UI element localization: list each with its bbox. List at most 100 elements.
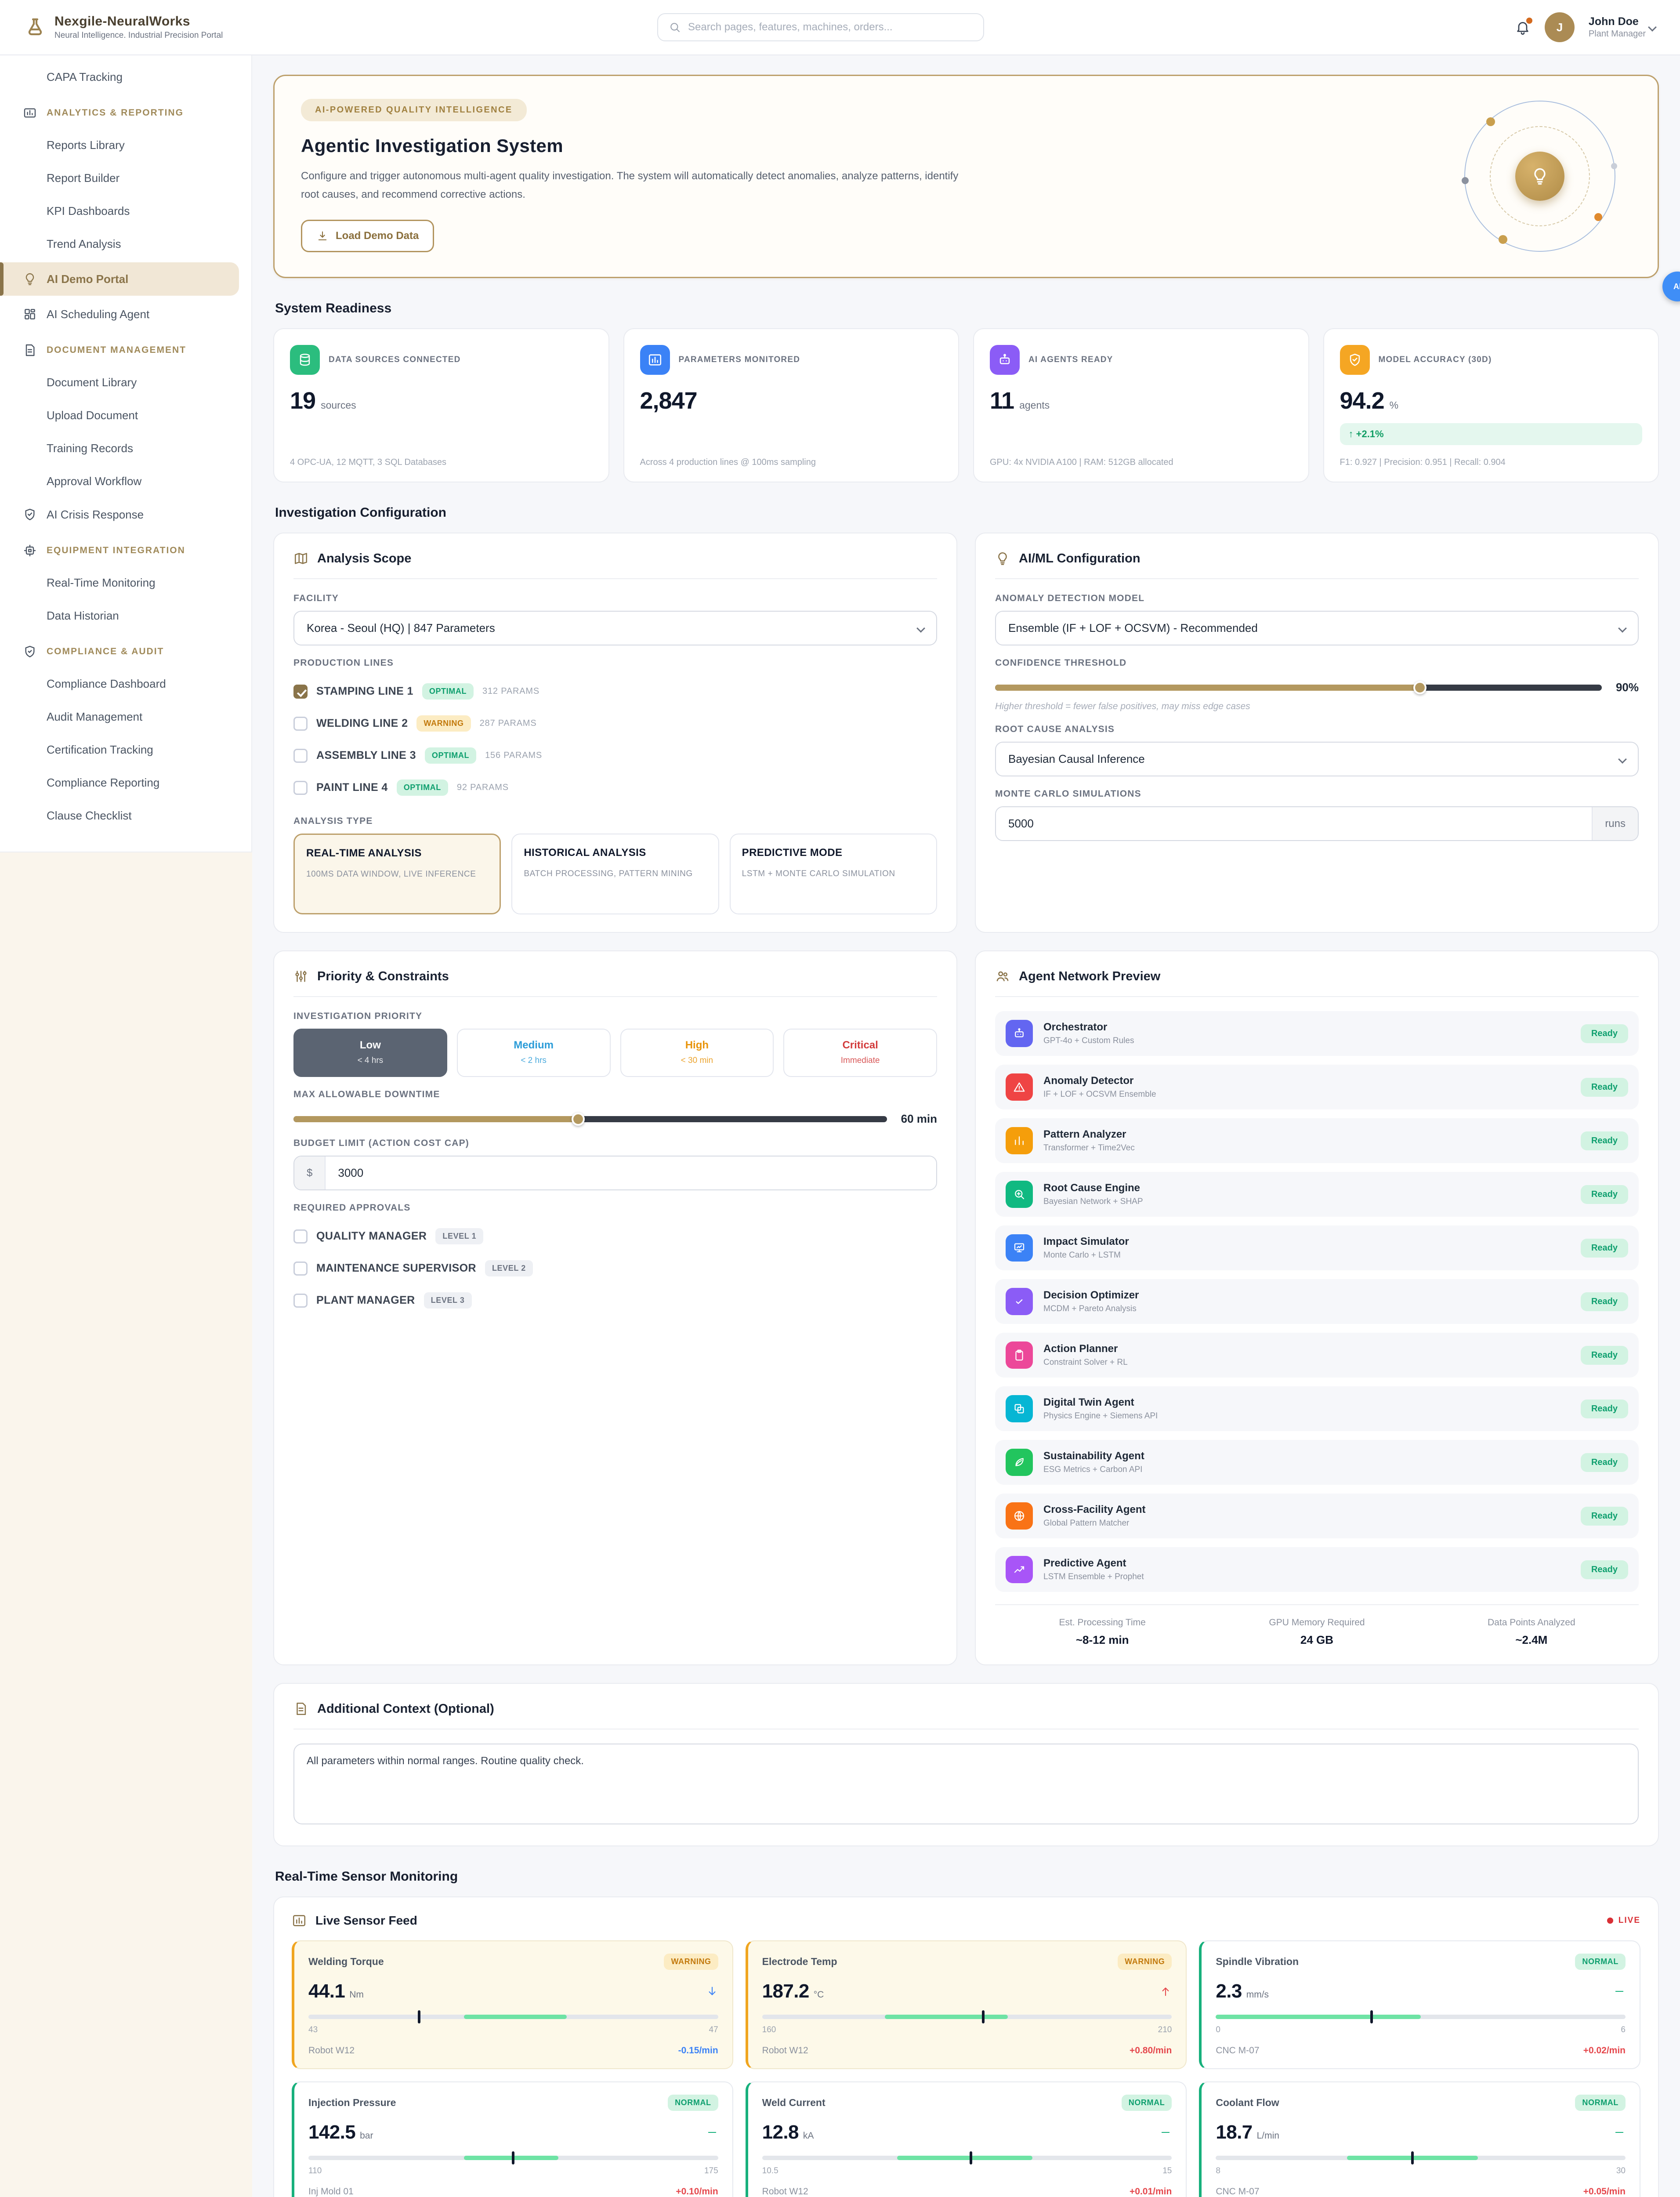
ready-badge: Ready xyxy=(1581,1239,1628,1258)
sensor-card-weld-current: Weld CurrentNORMAL 12.8kA 10.515 Robot W… xyxy=(746,2081,1187,2197)
sidebar-item-kpi-dashboards[interactable]: KPI Dashboards xyxy=(0,195,251,228)
sidebar-item-report-builder[interactable]: Report Builder xyxy=(0,162,251,195)
search-input[interactable] xyxy=(688,21,973,33)
sensor-gauge xyxy=(308,2015,718,2019)
line-checkbox-checked[interactable] xyxy=(293,685,308,699)
stat-card-accuracy: MODEL ACCURACY (30D) 94.2% ↑ +2.1% F1: 0… xyxy=(1323,328,1659,482)
confidence-threshold-slider[interactable] xyxy=(995,685,1602,691)
aiml-config-panel: AI/ML Configuration ANOMALY DETECTION MO… xyxy=(975,533,1659,933)
hero-badge: AI-POWERED QUALITY INTELLIGENCE xyxy=(301,99,527,121)
monte-carlo-input[interactable] xyxy=(996,807,1592,840)
downtime-slider[interactable] xyxy=(293,1116,887,1122)
ready-badge: Ready xyxy=(1581,1560,1628,1579)
sidebar-item-real-time-monitoring[interactable]: Real-Time Monitoring xyxy=(0,566,251,599)
sidebar-item-ai-crisis-response[interactable]: AI Crisis Response xyxy=(0,498,251,531)
sidebar-item-audit-management[interactable]: Audit Management xyxy=(0,700,251,733)
presentation-icon xyxy=(1006,1234,1033,1262)
sidebar-section-compliance: COMPLIANCE & AUDIT xyxy=(0,632,251,667)
sidebar-item-ai-scheduling-agent[interactable]: AI Scheduling Agent xyxy=(0,297,251,331)
ready-badge: Ready xyxy=(1581,1453,1628,1472)
trend-flat-icon xyxy=(1613,1985,1626,1998)
sidebar-item-data-historian[interactable]: Data Historian xyxy=(0,599,251,632)
agent-row-orchestrator: OrchestratorGPT-4o + Custom Rules Ready xyxy=(995,1011,1639,1056)
context-textarea[interactable]: All parameters within normal ranges. Rou… xyxy=(293,1744,1639,1824)
line-checkbox[interactable] xyxy=(293,749,308,763)
notification-dot xyxy=(1526,18,1532,24)
analysis-type-realtime[interactable]: REAL-TIME ANALYSIS 100MS DATA WINDOW, LI… xyxy=(293,834,501,914)
sidebar-item-document-library[interactable]: Document Library xyxy=(0,366,251,399)
magnifier-icon xyxy=(1006,1181,1033,1208)
line-checkbox[interactable] xyxy=(293,717,308,731)
ai-assistant-bubble[interactable]: AI xyxy=(1662,272,1680,301)
priority-medium-button[interactable]: Medium < 2 hrs xyxy=(457,1029,611,1077)
sidebar-item-trend-analysis[interactable]: Trend Analysis xyxy=(0,228,251,261)
monitoring-heading: Real-Time Sensor Monitoring xyxy=(275,1869,1657,1884)
page-title: Agentic Investigation System xyxy=(301,135,1631,156)
sensor-status-badge: NORMAL xyxy=(668,2095,718,2111)
chevron-down-icon xyxy=(1618,624,1627,633)
sidebar-item-ai-demo-portal[interactable]: AI Demo Portal xyxy=(0,262,239,296)
stat-value: 2,847 xyxy=(640,387,697,414)
sidebar-item-compliance-reporting[interactable]: Compliance Reporting xyxy=(0,766,251,799)
slider-thumb[interactable] xyxy=(1413,681,1427,694)
sensor-rate: +0.05/min xyxy=(1583,2186,1626,2197)
analysis-type-historical[interactable]: HISTORICAL ANALYSIS BATCH PROCESSING, PA… xyxy=(511,834,719,914)
sensor-gauge xyxy=(308,2156,718,2160)
agent-row-predictive: Predictive AgentLSTM Ensemble + Prophet … xyxy=(995,1547,1639,1592)
load-demo-data-button[interactable]: Load Demo Data xyxy=(301,220,434,252)
agent-row-impact-simulator: Impact SimulatorMonte Carlo + LSTM Ready xyxy=(995,1225,1639,1270)
priority-high-button[interactable]: High < 30 min xyxy=(620,1029,774,1077)
status-badge: OPTIMAL xyxy=(425,747,476,764)
sidebar-item-compliance-dashboard[interactable]: Compliance Dashboard xyxy=(0,667,251,700)
facility-select[interactable]: Korea - Seoul (HQ) | 847 Parameters xyxy=(293,611,937,645)
sensor-card-spindle-vibration: Spindle VibrationNORMAL 2.3mm/s 06 CNC M… xyxy=(1199,1940,1640,2069)
sidebar-item-training-records[interactable]: Training Records xyxy=(0,432,251,465)
sensor-status-badge: WARNING xyxy=(664,1954,718,1970)
approval-checkbox[interactable] xyxy=(293,1294,308,1308)
agent-row-digital-twin: Digital Twin AgentPhysics Engine + Sieme… xyxy=(995,1386,1639,1431)
sidebar-item-clause-checklist[interactable]: Clause Checklist xyxy=(0,799,251,832)
budget-input-group: $ xyxy=(293,1156,937,1190)
live-sensor-feed-panel: Live Sensor Feed LIVE Welding TorqueWARN… xyxy=(273,1896,1659,2197)
user-name: John Doe xyxy=(1589,15,1646,28)
notifications-bell-icon[interactable] xyxy=(1515,19,1531,35)
sensor-rate: +0.80/min xyxy=(1130,2045,1172,2056)
slider-thumb[interactable] xyxy=(572,1113,585,1126)
status-badge: WARNING xyxy=(416,715,471,732)
accuracy-delta-badge: ↑ +2.1% xyxy=(1340,423,1643,445)
user-info[interactable]: John Doe Plant Manager xyxy=(1589,15,1655,39)
approval-checkbox[interactable] xyxy=(293,1262,308,1276)
sidebar-item-approval-workflow[interactable]: Approval Workflow xyxy=(0,465,251,498)
ready-badge: Ready xyxy=(1581,1131,1628,1150)
sidebar-item-certification-tracking[interactable]: Certification Tracking xyxy=(0,733,251,766)
sensor-rate: +0.01/min xyxy=(1130,2186,1172,2197)
agent-row-anomaly-detector: Anomaly DetectorIF + LOF + OCSVM Ensembl… xyxy=(995,1065,1639,1109)
stat-value: 19 xyxy=(290,387,315,414)
approval-checkbox[interactable] xyxy=(293,1229,308,1244)
stat-value: 94.2 xyxy=(1340,387,1384,414)
global-search[interactable] xyxy=(657,13,984,41)
sidebar-section-equipment: EQUIPMENT INTEGRATION xyxy=(0,531,251,566)
root-cause-select[interactable]: Bayesian Causal Inference xyxy=(995,742,1639,776)
ready-badge: Ready xyxy=(1581,1399,1628,1418)
stat-value: 11 xyxy=(990,387,1014,414)
sensor-card-electrode-temp: Electrode TempWARNING 187.2°C 160210 Rob… xyxy=(746,1940,1187,2069)
budget-input[interactable] xyxy=(326,1157,936,1189)
lightbulb-core-icon xyxy=(1515,152,1564,201)
sidebar-section-analytics: ANALYTICS & REPORTING xyxy=(0,94,251,129)
priority-low-button[interactable]: Low < 4 hrs xyxy=(293,1029,447,1077)
sidebar-item-capa-tracking[interactable]: CAPA Tracking xyxy=(0,61,251,94)
alert-triangle-icon xyxy=(1006,1073,1033,1101)
bar-chart-icon xyxy=(23,106,37,120)
anomaly-model-select[interactable]: Ensemble (IF + LOF + OCSVM) - Recommende… xyxy=(995,611,1639,645)
sensor-status-badge: NORMAL xyxy=(1575,1954,1626,1970)
analysis-type-predictive[interactable]: PREDICTIVE MODE LSTM + MONTE CARLO SIMUL… xyxy=(730,834,937,914)
sidebar-item-reports-library[interactable]: Reports Library xyxy=(0,129,251,162)
priority-critical-button[interactable]: Critical Immediate xyxy=(783,1029,937,1077)
lightbulb-icon xyxy=(995,551,1010,566)
trend-flat-icon xyxy=(1159,2126,1172,2139)
line-checkbox[interactable] xyxy=(293,781,308,795)
avatar[interactable]: J xyxy=(1545,12,1575,42)
bar-chart-icon xyxy=(640,345,670,375)
sidebar-item-upload-document[interactable]: Upload Document xyxy=(0,399,251,432)
